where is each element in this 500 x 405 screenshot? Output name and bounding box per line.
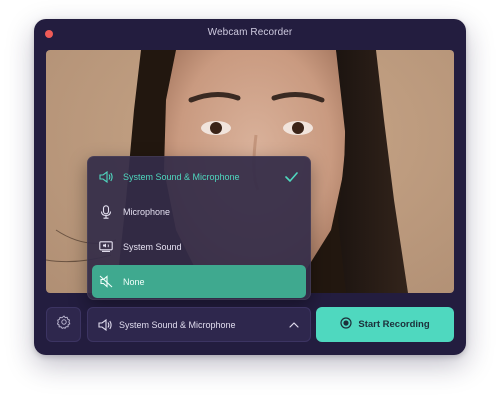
- menu-item-system-sound-microphone[interactable]: System Sound & Microphone: [92, 160, 306, 193]
- control-bar: System Sound & Microphone Start Recordin…: [34, 304, 466, 355]
- audio-source-select[interactable]: System Sound & Microphone: [87, 307, 311, 342]
- settings-button[interactable]: [46, 307, 81, 342]
- record-icon: [340, 316, 352, 334]
- speaker-icon: [98, 169, 114, 185]
- audio-source-value: System Sound & Microphone: [119, 319, 236, 330]
- window-title: Webcam Recorder: [207, 27, 293, 38]
- audio-source-menu: System Sound & Microphone Microphone Sys…: [87, 156, 311, 300]
- title-bar: Webcam Recorder: [34, 19, 466, 49]
- checkmark-icon: [285, 169, 298, 187]
- menu-item-label: Microphone: [123, 206, 171, 217]
- speaker-icon: [98, 318, 112, 331]
- microphone-icon: [98, 204, 114, 220]
- gear-icon: [56, 315, 71, 334]
- app-window: Webcam Recorder System Sound & Microphon…: [34, 19, 466, 355]
- menu-item-microphone[interactable]: Microphone: [92, 195, 306, 228]
- start-recording-label: Start Recording: [358, 319, 430, 330]
- menu-item-label: None: [123, 276, 145, 287]
- menu-item-none[interactable]: None: [92, 265, 306, 298]
- menu-item-label: System Sound: [123, 241, 182, 252]
- start-recording-button[interactable]: Start Recording: [316, 307, 454, 342]
- chevron-up-icon: [289, 321, 299, 328]
- menu-item-label: System Sound & Microphone: [123, 171, 240, 182]
- speaker-muted-icon: [98, 274, 114, 290]
- system-sound-icon: [98, 239, 114, 255]
- menu-item-system-sound[interactable]: System Sound: [92, 230, 306, 263]
